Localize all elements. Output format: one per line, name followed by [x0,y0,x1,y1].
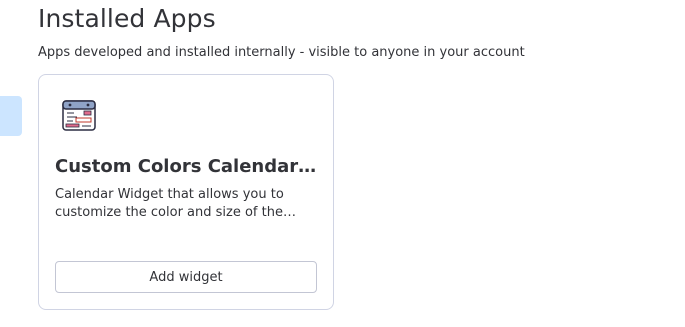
app-name: Custom Colors Calendar Widget [55,156,317,177]
app-description: Calendar Widget that allows you to custo… [55,187,284,220]
calendar-icon [62,98,96,132]
installed-apps-page: Installed Apps Apps developed and instal… [0,0,685,327]
add-widget-button[interactable]: Add widget [55,261,317,293]
page-title: Installed Apps [38,4,216,33]
app-card: Custom Colors Calendar Widget Calendar W… [38,74,334,310]
sidebar-selected-indicator[interactable] [0,96,22,136]
page-subtitle: Apps developed and installed internally … [38,45,525,60]
